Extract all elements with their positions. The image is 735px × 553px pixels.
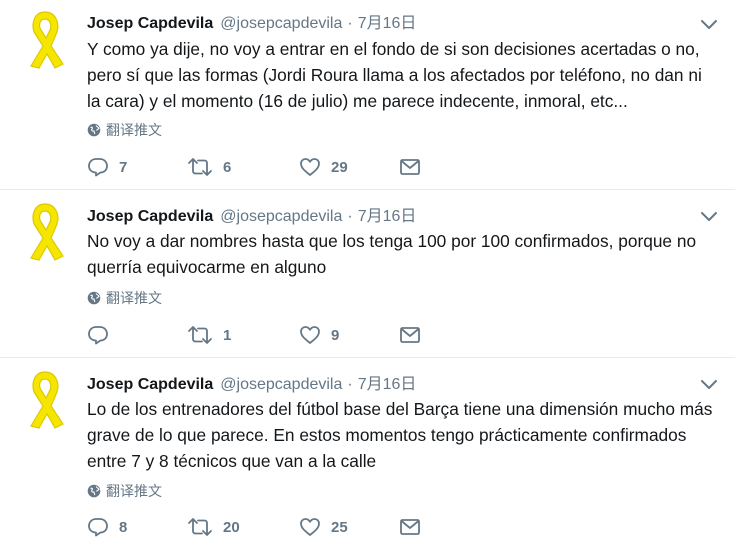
display-name[interactable]: Josep Capdevila [87, 15, 213, 33]
translate-label: 翻译推文 [106, 483, 162, 499]
retweet-button[interactable]: 1 [187, 323, 299, 347]
yellow-ribbon-icon [30, 203, 64, 261]
timeline: Josep Capdevila @josepcapdevila · 7月16日 … [0, 0, 735, 553]
timestamp[interactable]: 7月16日 [358, 202, 417, 226]
reply-button[interactable]: 8 [87, 515, 187, 539]
separator: · [347, 15, 353, 32]
globe-icon [87, 484, 101, 498]
user-handle[interactable]: @josepcapdevila [220, 15, 342, 33]
reply-button[interactable] [87, 323, 187, 347]
tweet-text-line: Y como ya dije, no voy a entrar en el fo… [87, 39, 700, 59]
retweet-icon [188, 518, 212, 536]
tweet-text-line: la cara) y el momento (16 de julio) me p… [87, 91, 628, 111]
tweet-text-line: pero sí que las formas (Jordi Roura llam… [87, 65, 702, 85]
timestamp[interactable]: 7月16日 [358, 370, 417, 394]
chevron-down-icon[interactable] [700, 210, 718, 222]
retweet-button[interactable]: 6 [187, 155, 299, 179]
heart-icon [300, 326, 320, 344]
display-name[interactable]: Josep Capdevila [87, 376, 213, 394]
like-count: 9 [331, 326, 340, 344]
direct-message-button[interactable] [399, 515, 429, 539]
retweet-count: 1 [223, 326, 232, 344]
like-count: 25 [331, 518, 348, 536]
translate-label: 翻译推文 [106, 122, 162, 138]
envelope-icon [400, 159, 420, 175]
avatar[interactable] [17, 200, 73, 262]
avatar[interactable] [17, 368, 73, 430]
tweet-actions: 7 6 29 [87, 155, 429, 179]
like-count: 29 [331, 158, 348, 176]
retweet-icon [188, 326, 212, 344]
retweet-icon [188, 158, 212, 176]
user-handle[interactable]: @josepcapdevila [220, 376, 342, 394]
envelope-icon [400, 327, 420, 343]
like-button[interactable]: 9 [299, 323, 399, 347]
translate-label: 翻译推文 [106, 290, 162, 306]
like-button[interactable]: 29 [299, 155, 399, 179]
avatar[interactable] [17, 8, 73, 70]
reply-count: 8 [119, 518, 128, 536]
reply-button[interactable]: 7 [87, 155, 187, 179]
like-button[interactable]: 25 [299, 515, 399, 539]
translate-tweet-link[interactable]: 翻译推文 [87, 288, 162, 308]
reply-icon [88, 518, 108, 537]
reply-icon [88, 158, 108, 177]
globe-icon [87, 123, 101, 137]
timestamp[interactable]: 7月16日 [358, 9, 417, 33]
display-name[interactable]: Josep Capdevila [87, 208, 213, 226]
direct-message-button[interactable] [399, 323, 429, 347]
retweet-button[interactable]: 20 [187, 515, 299, 539]
tweet-header: Josep Capdevila @josepcapdevila · 7月16日 [87, 370, 735, 394]
reply-icon [88, 326, 108, 345]
translate-tweet-link[interactable]: 翻译推文 [87, 120, 162, 140]
yellow-ribbon-icon [30, 371, 64, 429]
tweet-actions: 8 20 25 [87, 515, 429, 539]
tweet-header: Josep Capdevila @josepcapdevila · 7月16日 [87, 9, 735, 33]
user-handle[interactable]: @josepcapdevila [220, 208, 342, 226]
globe-icon [87, 291, 101, 305]
heart-icon [300, 518, 320, 536]
tweet-text: Y como ya dije, no voy a entrar en el fo… [87, 36, 717, 114]
chevron-down-icon[interactable] [700, 18, 718, 30]
retweet-count: 20 [223, 518, 240, 536]
separator: · [347, 376, 353, 393]
heart-icon [300, 158, 320, 176]
envelope-icon [400, 519, 420, 535]
direct-message-button[interactable] [399, 155, 429, 179]
separator: · [347, 208, 353, 225]
tweet[interactable]: Josep Capdevila @josepcapdevila · 7月16日 … [0, 0, 735, 190]
yellow-ribbon-icon [30, 11, 64, 69]
tweet-actions: 1 9 [87, 323, 429, 347]
reply-count: 7 [119, 158, 128, 176]
tweet-header: Josep Capdevila @josepcapdevila · 7月16日 [87, 202, 735, 226]
chevron-down-icon[interactable] [700, 378, 718, 390]
translate-tweet-link[interactable]: 翻译推文 [87, 481, 162, 501]
retweet-count: 6 [223, 158, 232, 176]
